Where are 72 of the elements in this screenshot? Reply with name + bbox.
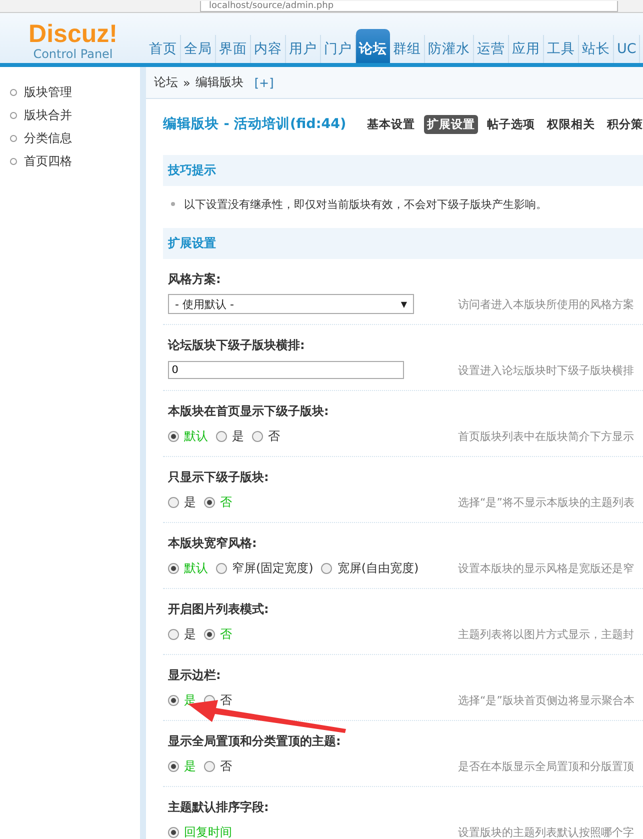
logo-title: Discuz! [28, 21, 118, 47]
bullet-icon [10, 89, 17, 96]
section-header: 扩展设置 [163, 228, 643, 259]
radio-option[interactable]: 宽屏(自由宽度) [321, 560, 419, 576]
nav-tab[interactable]: 应用 [509, 35, 544, 63]
sidebar-item[interactable]: 首页四格 [24, 153, 72, 170]
setting-label: 风格方案: [168, 271, 222, 288]
bullet-icon [10, 158, 17, 165]
settings-tab[interactable]: 积分策 [604, 114, 643, 134]
radio-option[interactable]: 否 [204, 494, 232, 510]
bullet-icon [10, 112, 17, 119]
radio-option[interactable]: 否 [204, 626, 232, 642]
setting-hint: 设置进入论坛版块时下级子版块横排 [458, 362, 634, 378]
settings-tab[interactable]: 帖子选项 [484, 114, 538, 134]
setting-hint: 设置本版块的显示风格是宽版还是窄 [458, 560, 634, 576]
nav-tab[interactable]: 界面 [216, 35, 251, 63]
radio-option[interactable]: 是 [216, 428, 244, 444]
setting-hint: 首页版块列表中在版块简介下方显示 [458, 428, 634, 444]
radio-option[interactable]: 是 [168, 626, 196, 642]
settings-tab[interactable]: 扩展设置 [424, 114, 478, 134]
radio-option[interactable]: 否 [204, 758, 232, 774]
radio-option[interactable]: 回复时间 [168, 824, 232, 839]
nav-tab[interactable]: UC [614, 35, 640, 63]
sidebar-item[interactable]: 版块合并 [24, 107, 72, 124]
add-link[interactable]: [+] [254, 76, 274, 90]
radio-option[interactable]: 否 [252, 428, 280, 444]
breadcrumb-item[interactable]: 编辑版块 [195, 74, 244, 91]
bullet-icon [171, 202, 175, 206]
radio-option[interactable]: 是 [168, 494, 196, 510]
setting-hint: 主题列表将以图片方式显示，主题封 [458, 626, 634, 642]
radio-option[interactable]: 窄屏(固定宽度) [216, 560, 314, 576]
logo-subtitle: Control Panel [33, 47, 113, 61]
page-title: 编辑版块 - 活动培训(fid:44) [163, 115, 346, 133]
setting-hint: 选择“是”版块首页侧边将显示聚合本 [458, 692, 634, 708]
radio-option[interactable]: 默认 [168, 428, 208, 444]
tip-text: 以下设置没有继承性，即仅对当前版块有效，不会对下级子版块产生影响。 [184, 196, 547, 212]
bullet-icon [10, 135, 17, 142]
nav-tab[interactable]: 论坛 [356, 29, 390, 63]
breadcrumb-separator: » [183, 76, 190, 90]
nav-tab[interactable]: 全局 [181, 35, 216, 63]
setting-label: 显示边栏: [168, 667, 222, 684]
settings-tab[interactable]: 基本设置 [364, 114, 418, 134]
breadcrumb-item[interactable]: 论坛 [154, 74, 178, 91]
nav-tab[interactable]: 运营 [474, 35, 509, 63]
sidebar-item[interactable]: 分类信息 [24, 130, 72, 147]
radio-option[interactable]: 是 [168, 758, 196, 774]
dropdown-caret-icon: ▼ [400, 300, 407, 308]
address-bar[interactable]: localhost/source/admin.php [200, 1, 618, 12]
setting-hint: 是否在本版显示全局置顶和分版置顶 [458, 758, 634, 774]
setting-hint: 设置版块的主题列表默认按照哪个字 [458, 824, 634, 839]
nav-tab[interactable]: 群组 [390, 35, 425, 63]
nav-tab[interactable]: 工具 [544, 35, 579, 63]
nav-tab[interactable]: 站长 [579, 35, 614, 63]
settings-tab[interactable]: 权限相关 [544, 114, 598, 134]
section-header: 技巧提示 [163, 155, 643, 186]
setting-label: 开启图片列表模式: [168, 601, 270, 618]
setting-label: 本版块在首页显示下级子版块: [168, 403, 330, 420]
nav-tab[interactable]: 首页 [146, 35, 181, 63]
radio-option[interactable]: 默认 [168, 560, 208, 576]
nav-tab[interactable]: 内容 [251, 35, 286, 63]
style-select[interactable]: - 使用默认 - ▼ [168, 294, 414, 314]
setting-label: 主题默认排序字段: [168, 799, 270, 816]
setting-hint: 选择“是”将不显示本版块的主题列表 [458, 494, 634, 510]
setting-hint: 访问者进入本版块所使用的风格方案 [458, 296, 634, 312]
setting-label: 本版块宽窄风格: [168, 535, 258, 552]
setting-label: 只显示下级子版块: [168, 469, 270, 486]
setting-label: 论坛版块下级子版块横排: [168, 337, 306, 354]
setting-label: 显示全局置顶和分类置顶的主题: [168, 733, 342, 750]
nav-tab[interactable]: 防灌水 [425, 35, 474, 63]
nav-tab[interactable]: 用户 [286, 35, 321, 63]
sidebar-item[interactable]: 版块管理 [24, 84, 72, 101]
input-field[interactable]: 0 [168, 361, 404, 379]
